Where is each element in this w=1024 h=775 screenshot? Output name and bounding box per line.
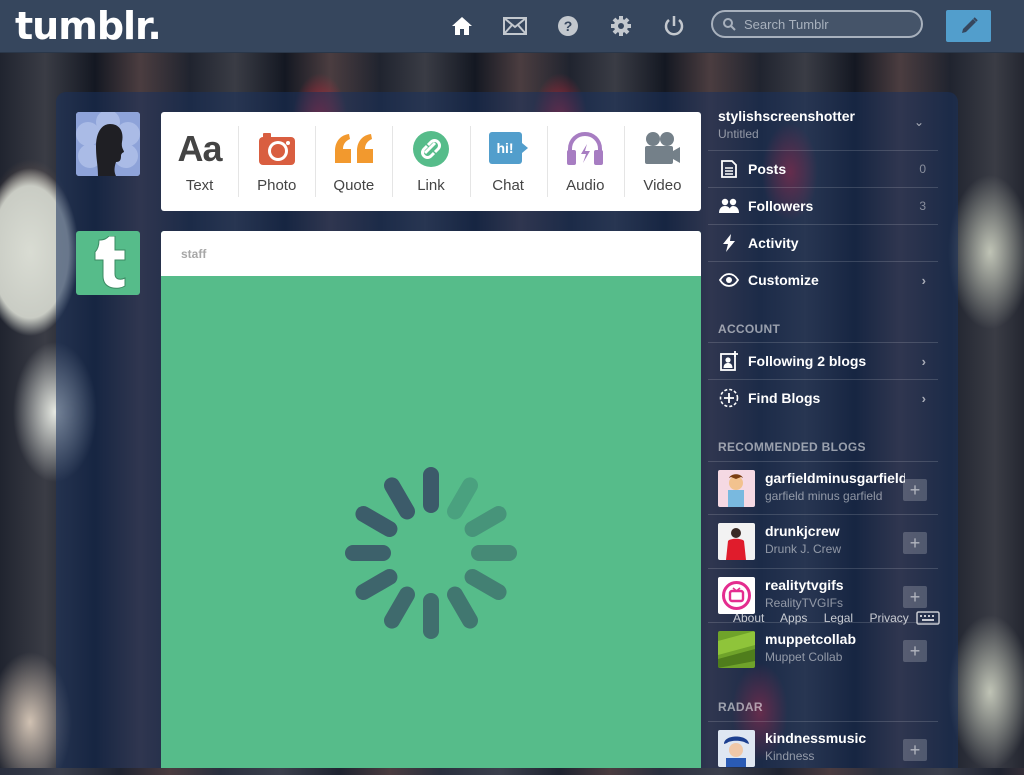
blog-avatar (718, 577, 755, 614)
post-type-photo-button[interactable]: Photo (238, 112, 315, 211)
sidebar-item-label: Followers (748, 198, 814, 214)
post-type-video-button[interactable]: Video (623, 112, 701, 211)
post-type-link-button[interactable]: Link (392, 112, 469, 211)
user-avatar[interactable] (76, 112, 140, 176)
blog-title: Kindness (765, 749, 815, 763)
followers-icon (718, 198, 740, 214)
blog-title: RealityTVGIFs (765, 596, 844, 610)
post-type-quote-button[interactable]: Quote (315, 112, 392, 211)
post-type-selector: Aa Text Photo Quote Link hi! Chat Audio … (161, 112, 701, 211)
following-icon (718, 351, 740, 371)
headphones-icon (567, 131, 604, 165)
tumblr-t-icon (94, 236, 126, 289)
post-type-text-button[interactable]: Aa Text (161, 112, 238, 211)
sidebar-item-label: Customize (748, 272, 819, 288)
sidebar-item-activity[interactable]: Activity (708, 224, 938, 261)
pencil-icon (961, 17, 978, 33)
svg-text:?: ? (564, 18, 573, 34)
post-card: staff (161, 231, 701, 768)
sidebar-item-find-blogs[interactable]: Find Blogs › (708, 379, 938, 416)
follow-button[interactable]: + (903, 586, 927, 608)
followers-count: 3 (919, 199, 926, 213)
sidebar-item-label: Find Blogs (748, 390, 821, 406)
search-icon (723, 17, 736, 31)
blog-name[interactable]: garfieldminusgarfield (765, 470, 905, 486)
link-icon (412, 131, 449, 167)
blog-avatar (718, 730, 755, 767)
follow-button[interactable]: + (903, 532, 927, 554)
post-type-chat-button[interactable]: hi! Chat (469, 112, 547, 211)
search-input[interactable] (742, 15, 916, 33)
post-author[interactable]: staff (161, 231, 701, 276)
blog-title: garfield minus garfield (765, 489, 883, 503)
chat-icon: hi! (489, 132, 529, 164)
blog-name[interactable]: kindnessmusic (765, 730, 905, 746)
radar-blog-item[interactable]: kindnessmusic Kindness + (708, 721, 938, 775)
account-section-label: ACCOUNT (718, 322, 781, 336)
activity-icon (718, 234, 740, 252)
sidebar-item-followers[interactable]: Followers 3 (708, 187, 938, 224)
logout-icon[interactable] (661, 13, 687, 39)
chevron-right-icon: › (921, 353, 926, 369)
follow-button[interactable]: + (903, 640, 927, 662)
blog-title: Muppet Collab (765, 650, 843, 664)
post-type-audio-button[interactable]: Audio (546, 112, 624, 211)
staff-avatar[interactable] (76, 231, 140, 295)
blog-avatar (718, 523, 755, 560)
compose-post-button[interactable] (946, 10, 991, 42)
top-navigation-bar: tumblr. ? (0, 0, 1024, 53)
help-icon[interactable]: ? (555, 13, 581, 39)
video-camera-icon (645, 132, 681, 164)
recommended-blog-item[interactable]: garfieldminusgarfield garfield minus gar… (708, 461, 938, 515)
chevron-down-icon[interactable]: ⌄ (914, 115, 924, 129)
eye-icon (718, 273, 740, 287)
blog-avatar (718, 631, 755, 668)
sidebar-item-label: Activity (748, 235, 799, 251)
camera-icon (258, 133, 295, 165)
loading-spinner-icon (345, 467, 517, 639)
blog-name[interactable]: realitytvgifs (765, 577, 905, 593)
settings-icon[interactable] (608, 13, 634, 39)
sidebar-item-customize[interactable]: Customize › (708, 261, 938, 298)
tumblr-logo[interactable]: tumblr. (15, 4, 162, 48)
recommended-blog-item[interactable]: muppetcollab Muppet Collab + (708, 622, 938, 676)
recommended-blogs-label: RECOMMENDED BLOGS (718, 440, 866, 454)
sidebar-item-following[interactable]: Following 2 blogs › (708, 342, 938, 379)
follow-button[interactable]: + (903, 739, 927, 761)
chevron-right-icon: › (921, 390, 926, 406)
svg-text:hi!: hi! (497, 140, 514, 156)
quote-icon (334, 134, 373, 163)
blog-name[interactable]: drunkjcrew (765, 523, 905, 539)
blog-title: Drunk J. Crew (765, 542, 842, 556)
sidebar-item-posts[interactable]: Posts 0 (708, 150, 938, 187)
blog-name[interactable]: stylishscreenshotter (718, 108, 855, 124)
recommended-blog-item[interactable]: drunkjcrew Drunk J. Crew + (708, 514, 938, 568)
posts-icon (718, 160, 740, 178)
follow-button[interactable]: + (903, 479, 927, 501)
blog-title: Untitled (718, 127, 759, 141)
sidebar-item-label: Following 2 blogs (748, 353, 867, 369)
posts-count: 0 (919, 162, 926, 176)
chevron-right-icon: › (921, 272, 926, 288)
find-blogs-icon (718, 388, 740, 408)
home-icon[interactable] (449, 13, 475, 39)
inbox-icon[interactable] (502, 13, 528, 39)
radar-section-label: RADAR (718, 700, 763, 714)
blog-name[interactable]: muppetcollab (765, 631, 905, 647)
search-box[interactable] (711, 10, 923, 38)
text-icon: Aa (177, 128, 223, 169)
blog-avatar (718, 470, 755, 507)
sidebar-item-label: Posts (748, 161, 787, 177)
